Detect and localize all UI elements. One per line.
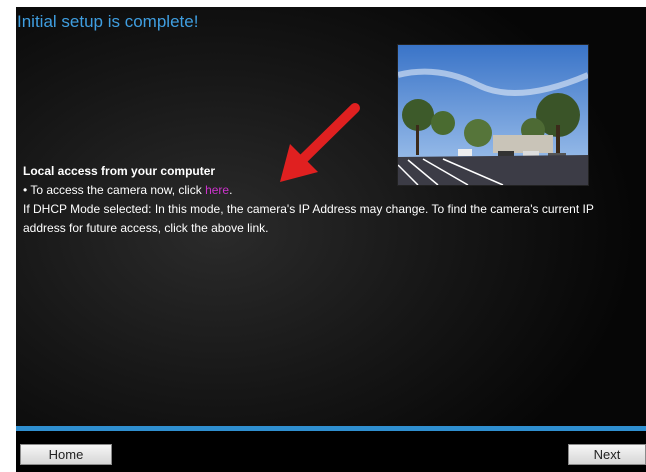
- access-camera-period: .: [229, 183, 233, 197]
- page-title: Initial setup is complete!: [17, 12, 199, 31]
- bottom-navigation-bar: Home Next: [16, 426, 646, 472]
- here-link[interactable]: here: [205, 183, 229, 197]
- next-button[interactable]: Next: [568, 444, 646, 465]
- accent-divider: [16, 426, 646, 431]
- local-access-section: Local access from your computer • To acc…: [23, 162, 623, 238]
- dhcp-note: If DHCP Mode selected: In this mode, the…: [23, 202, 594, 235]
- local-access-heading: Local access from your computer: [23, 164, 216, 178]
- access-camera-text: • To access the camera now, click: [23, 183, 206, 197]
- home-button[interactable]: Home: [20, 444, 112, 465]
- access-camera-line: • To access the camera now, click here.: [23, 181, 623, 200]
